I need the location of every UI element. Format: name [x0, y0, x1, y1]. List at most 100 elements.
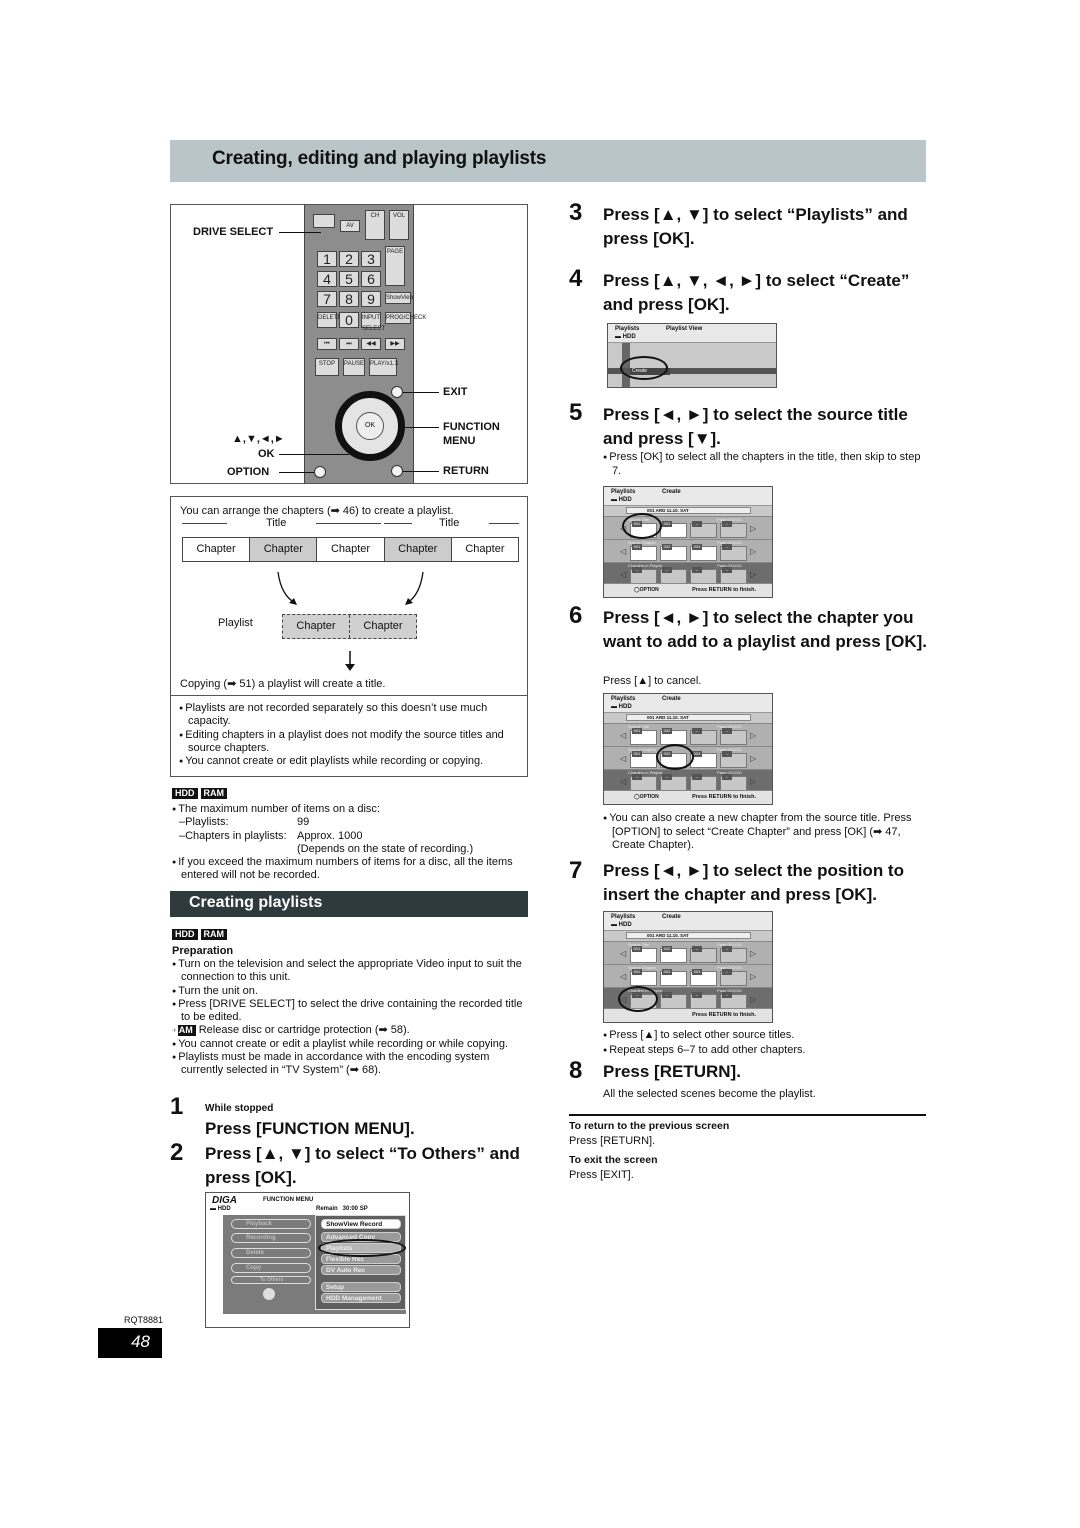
callout-line [279, 454, 349, 455]
osd-left-arrow[interactable]: ◁ [620, 754, 626, 763]
osd-right-arrow[interactable]: ▷ [750, 949, 756, 958]
osd-thumbnail[interactable]: -- [720, 567, 747, 584]
label-option: OPTION [227, 466, 270, 478]
osd-left-arrow[interactable]: ◁ [620, 949, 626, 958]
option-button-dot [314, 466, 326, 478]
menu-item-to-others[interactable]: To Others [231, 1276, 311, 1284]
submenu-showview-record[interactable]: ShowView Record [321, 1219, 401, 1229]
step-number: 4 [569, 265, 583, 292]
osd-right-arrow[interactable]: ▷ [750, 570, 756, 579]
osd-row-source-chapter: Source Chapter Page 001/001 ◁ ▷ 001 002 003 -- [604, 964, 772, 987]
osd-thumbnail[interactable]: 003 [690, 969, 717, 986]
source-chapter-row: Chapter Chapter Chapter Chapter Chapter [182, 537, 519, 562]
osd-right-arrow[interactable]: ▷ [750, 777, 756, 786]
hdd-badge: HDD [172, 929, 198, 940]
osd-right-arrow[interactable]: ▷ [750, 972, 756, 981]
osd-thumbnail[interactable]: -- [720, 969, 747, 986]
submenu-dv-auto-rec[interactable]: DV Auto Rec [321, 1265, 401, 1275]
step-number: 7 [569, 857, 583, 884]
step-note: Press [OK] to select all the chapters in… [603, 451, 928, 478]
label-arrows: ▲,▼,◄,► [232, 433, 285, 445]
key-5: 5 [339, 271, 359, 287]
page-title: Creating, editing and playing playlists [212, 148, 547, 169]
osd-thumbnail[interactable]: -- [720, 521, 747, 538]
osd-thumbnail[interactable]: 002 [660, 521, 687, 538]
osd-title: Playlists [615, 326, 640, 332]
osd-thumbnail[interactable]: -- [690, 728, 717, 745]
osd-left-arrow[interactable]: ◁ [620, 777, 626, 786]
title-label: Title [266, 517, 287, 529]
callout-line [403, 392, 439, 393]
osd-left-arrow[interactable]: ◁ [620, 731, 626, 740]
osd-thumbnail[interactable]: 003 [690, 751, 717, 768]
thumbnail-number: -- [662, 992, 672, 998]
osd-thumbnail[interactable]: -- [660, 774, 687, 791]
step-number: 8 [569, 1057, 583, 1084]
label-drive-select: DRIVE SELECT [193, 226, 274, 238]
remote-control-figure: AV CH VOL 1 2 3 4 5 6 7 8 9 PAGE ShowVie… [170, 204, 528, 484]
menu-item-copy[interactable]: Copy [231, 1263, 311, 1273]
osd-thumbnail[interactable]: -- [720, 751, 747, 768]
page-number: 48 [131, 1332, 150, 1351]
osd-finish-hint: Press RETURN to finish. [692, 794, 756, 800]
osd-left-arrow[interactable]: ◁ [620, 547, 626, 556]
osd-left-arrow[interactable]: ◁ [620, 972, 626, 981]
osd-thumbnail[interactable]: 002 [660, 728, 687, 745]
limits-intro: The maximum number of items on a disc: [172, 803, 528, 816]
osd-thumbnail[interactable]: -- [630, 567, 657, 584]
thumbnail-number: -- [722, 992, 732, 998]
osd-thumbnail[interactable]: 002 [660, 969, 687, 986]
osd-thumbnail[interactable]: 002 [660, 544, 687, 561]
skip-forward-key: ⏭ [339, 338, 359, 350]
exit-button-dot [391, 386, 403, 398]
drive-label: ▬ HDD [210, 1206, 231, 1212]
osd-thumbnail[interactable]: 001 [630, 969, 657, 986]
menu-item-delete[interactable]: Delete [231, 1248, 311, 1258]
osd-right-arrow[interactable]: ▷ [750, 547, 756, 556]
osd-thumbnail[interactable]: -- [690, 567, 717, 584]
osd-thumbnail[interactable]: -- [720, 992, 747, 1009]
menu-title: FUNCTION MENU [263, 1197, 314, 1203]
label-return: RETURN [443, 465, 489, 477]
osd-right-arrow[interactable]: ▷ [750, 995, 756, 1004]
osd-thumbnail[interactable]: -- [690, 946, 717, 963]
menu-item-recording[interactable]: Recording [231, 1233, 311, 1243]
osd-thumbnail[interactable]: -- [720, 544, 747, 561]
osd-right-arrow[interactable]: ▷ [750, 731, 756, 740]
preparation-section: HDDRAM Preparation Turn on the televisio… [172, 924, 528, 1078]
osd-thumbnail[interactable]: 001 [630, 728, 657, 745]
rewind-key: ◀◀ [361, 338, 381, 350]
osd-thumbnail[interactable]: -- [630, 774, 657, 791]
osd-thumbnail[interactable]: -- [690, 774, 717, 791]
osd-thumbnail[interactable]: 002 [660, 946, 687, 963]
title-span-line [316, 523, 381, 524]
osd-row-chapters-in-playlist: Chapters in Playlist Page 001/001 ◁ ▷ -- -- --… [604, 769, 772, 792]
submenu-hdd-management[interactable]: HDD Management [321, 1293, 401, 1303]
submenu-setup[interactable]: Setup [321, 1282, 401, 1292]
osd-thumbnail[interactable]: 001 [630, 946, 657, 963]
osd-thumbnail[interactable]: -- [720, 774, 747, 791]
osd-subtitle: Create [662, 696, 681, 702]
disc-limits: HDDRAM The maximum number of items on a … [172, 783, 528, 883]
osd-thumbnail[interactable]: -- [660, 567, 687, 584]
ok-key: OK [356, 412, 384, 440]
osd-thumbnail[interactable]: 001 [630, 544, 657, 561]
osd-left-arrow[interactable]: ◁ [620, 570, 626, 579]
step-instruction: Press [▲, ▼] to select “To Others” and p… [205, 1144, 520, 1187]
menu-item-playback[interactable]: Playback [231, 1219, 311, 1229]
osd-thumbnail[interactable]: 003 [690, 544, 717, 561]
osd-thumbnail[interactable]: -- [720, 728, 747, 745]
osd-thumbnail[interactable]: -- [690, 521, 717, 538]
function-menu-screen: DIGA FUNCTION MENU ▬ HDD Remain 30:00 SP… [205, 1192, 410, 1328]
note-item: Editing chapters in a playlist does not … [179, 729, 519, 756]
osd-thumbnail[interactable]: -- [720, 946, 747, 963]
ch-key: CH [365, 210, 385, 240]
osd-right-arrow[interactable]: ▷ [750, 524, 756, 533]
osd-thumbnail[interactable]: 001 [630, 751, 657, 768]
osd-thumbnail[interactable]: -- [660, 992, 687, 1009]
osd-right-arrow[interactable]: ▷ [750, 754, 756, 763]
highlight-circle [656, 744, 694, 770]
osd-thumbnail[interactable]: -- [690, 992, 717, 1009]
osd-option-label: ◯OPTION [634, 794, 659, 800]
prep-item: You cannot create or edit a playlist whi… [172, 1038, 528, 1051]
